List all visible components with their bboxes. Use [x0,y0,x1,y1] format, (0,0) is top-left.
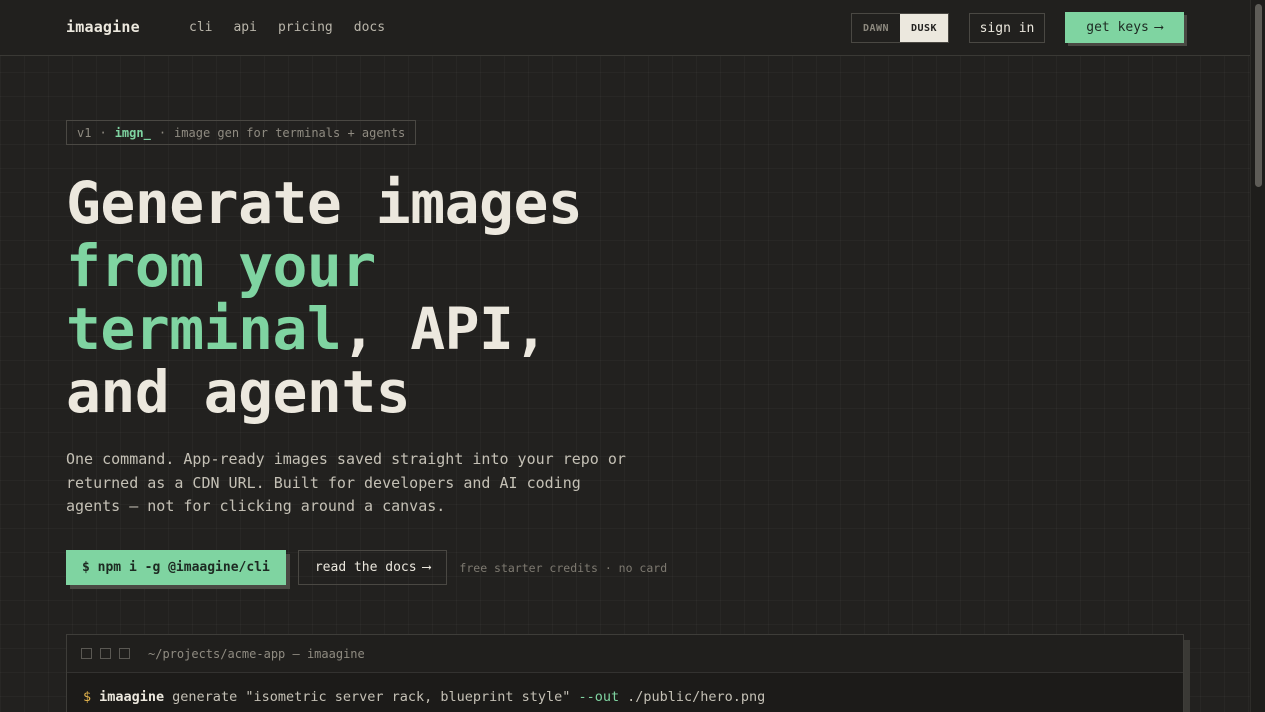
theme-toggle: DAWN DUSK [851,13,949,43]
theme-dusk-option[interactable]: DUSK [900,14,948,42]
window-control-icon [81,648,92,659]
cta-row: $ npm i -g @imaagine/cli read the docs ⟶… [66,550,667,585]
site-logo[interactable]: imaagine [66,18,140,36]
headline-api-text: , API, [341,295,548,363]
read-docs-button[interactable]: read the docs ⟶ [297,550,448,585]
get-keys-label: get keys [1086,20,1149,35]
theme-dawn-option[interactable]: DAWN [852,14,900,42]
scrollbar-thumb[interactable] [1255,4,1262,187]
terminal-command-line: $ imaagine generate "isometric server ra… [67,673,1183,712]
headline-line-1: Generate images [66,169,583,237]
tagline-text: image gen for terminals + agents [174,125,406,140]
nav-link-pricing[interactable]: pricing [278,20,333,35]
nav-link-api[interactable]: api [233,20,256,35]
command-args: generate "isometric server rack, bluepri… [172,689,571,705]
top-nav-bar: imaagine cli api pricing docs DAWN DUSK … [0,0,1250,56]
tagline-separator: · [158,125,167,140]
cta-note: free starter credits · no card [459,560,668,575]
command-name: imaagine [99,689,165,705]
window-control-icon [119,648,130,659]
tagline-command: imgn_ [114,125,151,140]
headline-terminal-word: terminal [66,295,342,363]
command-path: ./public/hero.png [627,689,766,705]
window-control-icon [100,648,111,659]
get-keys-button[interactable]: get keys ⟶ [1065,12,1184,43]
version-label: v1 [77,125,92,140]
hero-description: One command. App-ready images saved stra… [66,450,626,515]
headline-line-3: terminal, API, [66,298,582,361]
headline-line-4: and agents [66,358,411,426]
prompt-symbol: $ [83,689,92,705]
terminal-title: ~/projects/acme-app — imaagine [148,646,365,661]
hero-headline: Generate images from your terminal, API,… [66,169,583,426]
nav-link-docs[interactable]: docs [354,20,385,35]
hero-tagline: v1 · imgn_ · image gen for terminals + a… [66,120,417,145]
install-command-button[interactable]: $ npm i -g @imaagine/cli [66,550,286,585]
nav-link-cli[interactable]: cli [189,20,212,35]
main-nav: cli api pricing docs [189,20,406,35]
terminal-window: ~/projects/acme-app — imaagine $ imaagin… [66,634,1184,712]
sign-in-button[interactable]: sign in [969,13,1045,43]
page-scrollbar[interactable] [1250,0,1265,712]
tagline-separator: · [99,125,107,140]
terminal-title-bar: ~/projects/acme-app — imaagine [67,635,1183,673]
read-docs-label: read the docs [314,560,417,575]
arrow-right-icon: ⟶ [422,560,431,575]
command-flag: --out [578,689,620,705]
arrow-right-icon: ⟶ [1154,20,1163,35]
headline-line-2: from your [66,232,376,300]
